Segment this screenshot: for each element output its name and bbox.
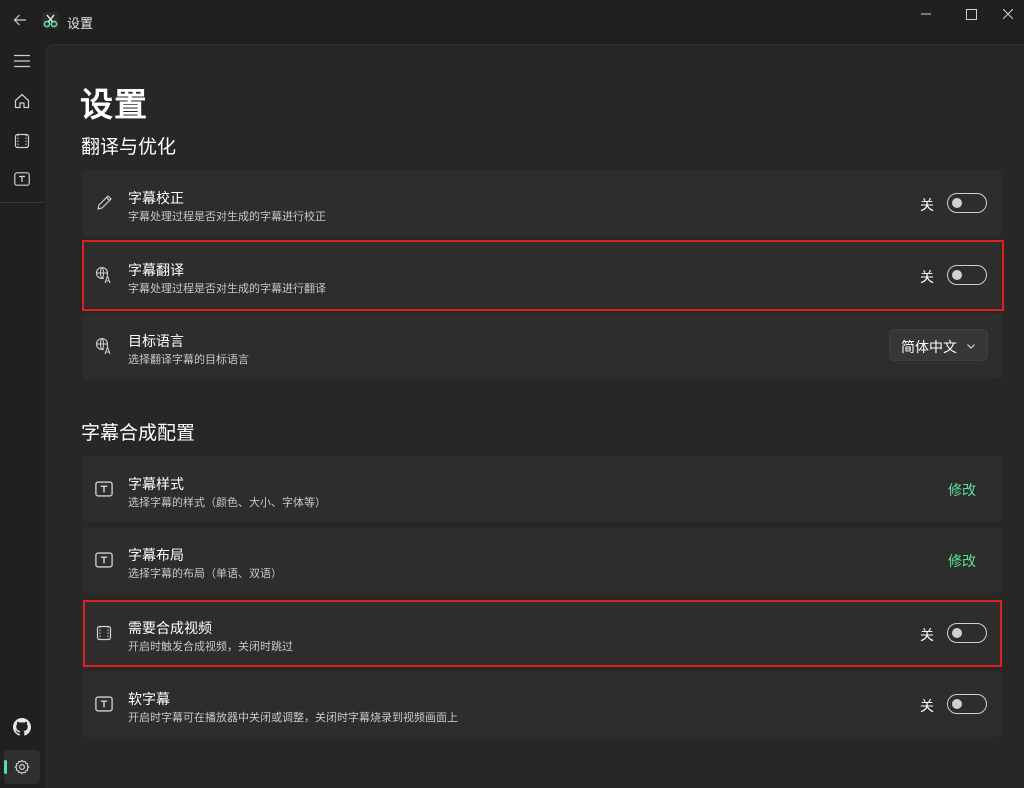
target-language-dropdown[interactable]: 简体中文 [889,329,988,361]
group-title-synthesis: 字幕合成配置 [81,422,196,444]
card-description: 选择字幕的布局（单语、双语） [128,567,282,580]
subtitle-icon [14,172,30,186]
toggle-knob [952,198,962,208]
highlight-box [83,600,1002,667]
window-title: 设置 [67,17,94,32]
chevron-down-icon [967,344,975,349]
gear-icon [14,759,30,775]
active-indicator [4,760,7,774]
nav-settings[interactable] [4,750,40,784]
nav-home[interactable] [4,84,40,118]
subtitle-icon [94,479,114,499]
highlight-box [82,240,1004,311]
card-subtitle-layout: 字幕布局 选择字幕的布局（单语、双语） 修改 [82,527,1002,593]
card-title: 字幕校正 [128,191,184,207]
menu-icon [14,54,30,68]
subtitle-correction-toggle[interactable] [947,193,987,213]
modify-style-button[interactable]: 修改 [948,480,976,500]
card-title: 软字幕 [128,692,170,708]
pencil-icon [94,193,114,213]
nav-video[interactable] [4,124,40,158]
modify-layout-button[interactable]: 修改 [948,551,976,571]
page-title: 设置 [80,85,148,124]
github-icon [13,718,31,736]
back-button[interactable] [8,8,32,32]
app-logo-icon [42,12,59,29]
title-bar: 设置 [0,0,1024,44]
nav-rail [0,44,44,788]
maximize-button[interactable] [951,2,991,26]
video-icon [14,133,30,149]
toggle-state-label: 关 [920,699,934,715]
translate-icon [94,336,114,356]
card-title: 目标语言 [128,334,184,350]
card-title: 字幕布局 [128,548,184,564]
close-button[interactable] [992,2,1024,26]
card-title: 字幕样式 [128,477,184,493]
card-subtitle-style: 字幕样式 选择字幕的样式（颜色、大小、字体等） 修改 [82,456,1002,522]
card-description: 选择翻译字幕的目标语言 [128,353,249,366]
minimize-icon [921,13,931,15]
nav-subtitle[interactable] [4,162,40,196]
soft-subtitle-toggle[interactable] [947,694,987,714]
close-icon [1003,9,1013,19]
toggle-knob [952,699,962,709]
minimize-button[interactable] [906,2,946,26]
nav-menu-button[interactable] [4,44,40,78]
home-icon [14,93,30,109]
toggle-state-label: 关 [920,198,934,214]
card-subtitle-correction: 字幕校正 字幕处理过程是否对生成的字幕进行校正 关 [82,170,1002,236]
card-description: 选择字幕的样式（颜色、大小、字体等） [128,496,326,509]
subtitle-icon [94,550,114,570]
card-description: 开启时字幕可在播放器中关闭或调整，关闭时字幕烧录到视频画面上 [128,711,458,724]
maximize-icon [965,8,977,20]
nav-separator [0,202,44,203]
card-soft-subtitle: 软字幕 开启时字幕可在播放器中关闭或调整，关闭时字幕烧录到视频画面上 关 [82,671,1002,737]
nav-github[interactable] [4,710,40,744]
card-description: 字幕处理过程是否对生成的字幕进行校正 [128,210,326,223]
dropdown-value: 简体中文 [901,340,957,356]
arrow-left-icon [13,14,26,26]
subtitle-icon [94,694,114,714]
group-title-translation: 翻译与优化 [81,136,177,158]
card-target-language: 目标语言 选择翻译字幕的目标语言 简体中文 [82,313,1002,379]
